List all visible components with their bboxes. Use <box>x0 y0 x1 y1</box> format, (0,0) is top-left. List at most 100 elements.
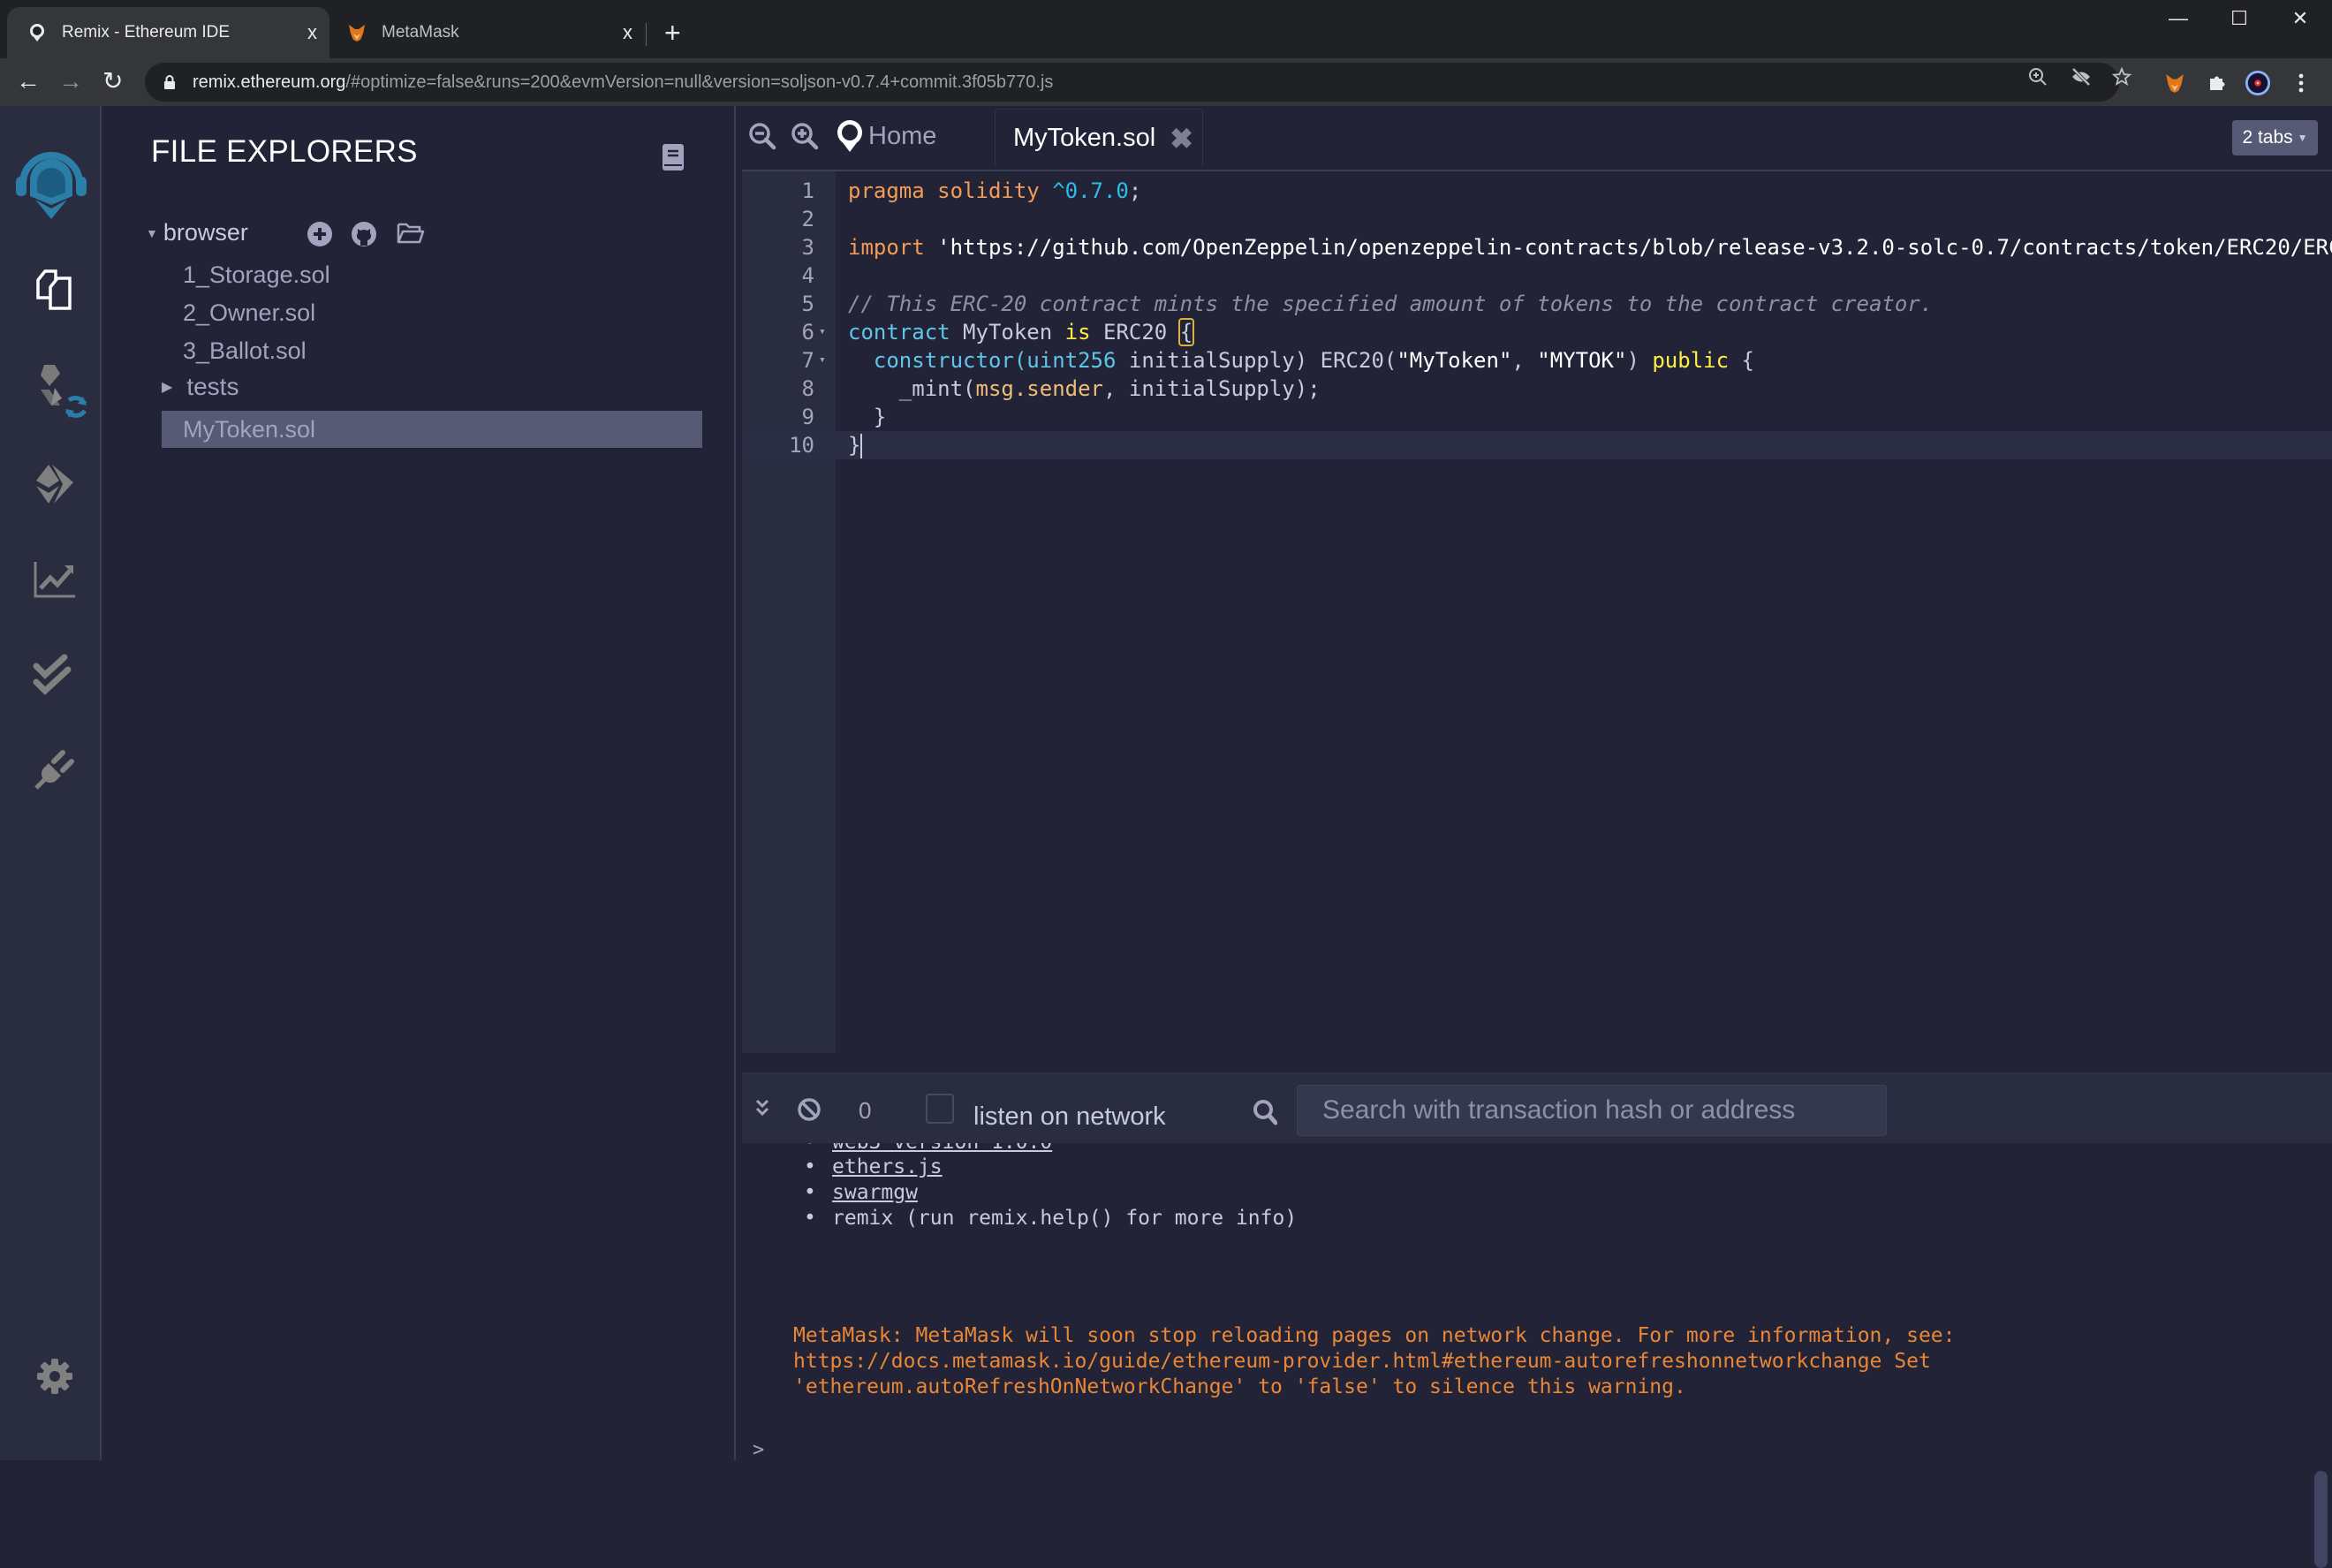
editor-tab-bar: Home MyToken.sol ✖ 2 tabs ▼ <box>738 106 2332 168</box>
url-host: remix.ethereum.org <box>193 72 346 92</box>
listen-network-checkbox[interactable] <box>926 1094 954 1124</box>
close-tab-icon[interactable]: ✖ <box>1170 122 1193 155</box>
file-name: 2_Owner.sol <box>183 299 316 326</box>
close-window-button[interactable]: ✕ <box>2274 7 2327 30</box>
menu-kebab-icon[interactable] <box>2288 70 2314 96</box>
line-number: 7 <box>801 348 814 373</box>
code-line[interactable]: 1 pragma solidity ^0.7.0; <box>742 177 2332 205</box>
code-token: pragma solidity <box>848 178 1053 203</box>
metamask-warning-line: 'ethereum.autoRefreshOnNetworkChange' to… <box>793 1375 1686 1398</box>
close-tab-icon[interactable]: x <box>623 21 632 44</box>
listen-network-label: listen on network <box>973 1102 1166 1131</box>
close-tab-icon[interactable]: x <box>307 21 317 44</box>
web3-link[interactable]: web3 version 1.0.0 <box>832 1143 1052 1154</box>
minimize-button[interactable]: — <box>2152 7 2205 30</box>
unit-test-icon[interactable] <box>30 650 80 700</box>
terminal-prompt[interactable]: > <box>753 1439 764 1460</box>
code-text: // This ERC-20 contract mints the specif… <box>848 290 1933 318</box>
file-item[interactable]: 1_Storage.sol <box>162 256 702 293</box>
forward-button[interactable]: → <box>58 67 83 95</box>
line-number: 3 <box>801 235 814 260</box>
clear-console-icon[interactable] <box>797 1097 822 1128</box>
browser-tab-remix[interactable]: Remix - Ethereum IDE x <box>7 7 329 58</box>
profile-avatar-icon[interactable] <box>2245 70 2271 96</box>
code-line[interactable]: 7 ▾ constructor(uint256 initialSupply) ER… <box>742 346 2332 375</box>
solidity-compiler-icon[interactable] <box>30 362 92 424</box>
zoom-icon[interactable] <box>2028 67 2048 92</box>
tab-separator <box>646 23 647 46</box>
new-tab-button[interactable]: + <box>664 16 681 49</box>
zoom-out-icon[interactable] <box>748 122 776 150</box>
code-editor[interactable]: 1 pragma solidity ^0.7.0; 2 3 import 'https:… <box>742 170 2332 1053</box>
code-line[interactable]: 3 import 'https://github.com/OpenZeppelin… <box>742 233 2332 261</box>
ethers-link[interactable]: ethers.js <box>832 1155 943 1178</box>
code-text: } <box>848 431 863 459</box>
terminal-scrollbar[interactable] <box>2314 1471 2328 1568</box>
tab-title: MetaMask <box>382 23 459 42</box>
reload-button[interactable]: ↻ <box>102 67 123 95</box>
fold-toggle-icon[interactable]: ▾ <box>819 318 826 346</box>
folder-item-tests[interactable]: ▶ tests <box>162 373 238 401</box>
code-line[interactable]: 4 <box>742 261 2332 290</box>
tab-home[interactable]: Home <box>835 118 936 154</box>
metamask-warning-line: https://docs.metamask.io/guide/ethereum-… <box>793 1350 1931 1373</box>
code-text: _mint(msg.sender, initialSupply); <box>848 375 1321 403</box>
github-gist-icon[interactable] <box>351 221 377 252</box>
matched-brace: { <box>1177 318 1195 346</box>
file-explorer-icon[interactable] <box>30 265 80 314</box>
code-line[interactable]: 2 <box>742 205 2332 233</box>
plugin-manager-icon[interactable] <box>30 746 80 795</box>
zoom-in-icon[interactable] <box>791 122 819 150</box>
address-bar[interactable]: remix.ethereum.org/#optimize=false&runs=… <box>145 63 2119 102</box>
folder-name: tests <box>186 373 239 400</box>
workspace-browser[interactable]: ▼ browser <box>146 219 248 246</box>
code-token: } <box>848 405 887 429</box>
code-token: public <box>1652 348 1730 373</box>
code-line[interactable]: 6 ▾ contract MyToken is ERC20 { <box>742 318 2332 346</box>
main-panel: Home MyToken.sol ✖ 2 tabs ▼ 1 pragma soli… <box>738 106 2332 1568</box>
code-line[interactable]: 5 // This ERC-20 contract mints the speci… <box>742 290 2332 318</box>
collapse-terminal-icon[interactable] <box>754 1097 770 1125</box>
swarmgw-link[interactable]: swarmgw <box>832 1181 918 1204</box>
deploy-run-icon[interactable] <box>30 459 80 509</box>
code-token: "MyToken" <box>1397 348 1512 373</box>
tabs-count: 2 tabs <box>2242 127 2293 148</box>
extensions-puzzle-icon[interactable] <box>2204 70 2230 96</box>
file-name: 1_Storage.sol <box>183 261 330 288</box>
transaction-search-input[interactable] <box>1297 1085 1887 1136</box>
open-folder-icon[interactable] <box>397 221 425 250</box>
bookmark-star-icon[interactable] <box>2111 66 2132 92</box>
analysis-icon[interactable] <box>30 555 80 604</box>
panel-title: FILE EXPLORERS <box>151 134 418 169</box>
file-item-selected[interactable]: MyToken.sol <box>162 411 702 448</box>
fold-toggle-icon[interactable]: ▾ <box>819 346 826 375</box>
code-text: } <box>848 403 886 431</box>
back-button[interactable]: ← <box>16 67 41 95</box>
metamask-fox-icon <box>346 22 367 43</box>
create-file-icon[interactable] <box>307 221 333 252</box>
remix-logo-icon[interactable] <box>11 138 92 219</box>
code-line[interactable]: 9 } <box>742 403 2332 431</box>
line-number: 5 <box>801 292 814 316</box>
tabs-dropdown[interactable]: 2 tabs ▼ <box>2232 120 2318 155</box>
code-line[interactable]: 8 _mint(msg.sender, initialSupply); <box>742 375 2332 403</box>
code-text: contract MyToken is ERC20 { <box>848 318 1195 346</box>
metamask-fox-icon[interactable] <box>2162 70 2188 96</box>
maximize-button[interactable]: ☐ <box>2213 7 2266 30</box>
browser-tab-metamask[interactable]: MetaMask x <box>336 7 645 58</box>
file-item[interactable]: 3_Ballot.sol <box>162 332 702 369</box>
file-item[interactable]: 2_Owner.sol <box>162 294 702 331</box>
code-token: _mint( <box>848 376 976 401</box>
code-token: ERC20 <box>1090 320 1180 345</box>
code-token: MyToken <box>963 320 1065 345</box>
code-token: { <box>1729 348 1754 373</box>
settings-gear-icon[interactable] <box>30 1352 80 1401</box>
file-explorer-panel: FILE EXPLORERS ▼ browser 1_Storage.sol 2… <box>103 106 736 1460</box>
tab-mytoken[interactable]: MyToken.sol ✖ <box>995 109 1203 167</box>
remix-lib-text: remix (run remix.help() for more info) <box>832 1207 1298 1230</box>
documentation-icon[interactable] <box>662 143 685 176</box>
code-line[interactable]: 10} <box>742 431 2332 459</box>
tracking-blocked-icon[interactable] <box>2071 67 2092 92</box>
file-name: 3_Ballot.sol <box>183 337 307 364</box>
